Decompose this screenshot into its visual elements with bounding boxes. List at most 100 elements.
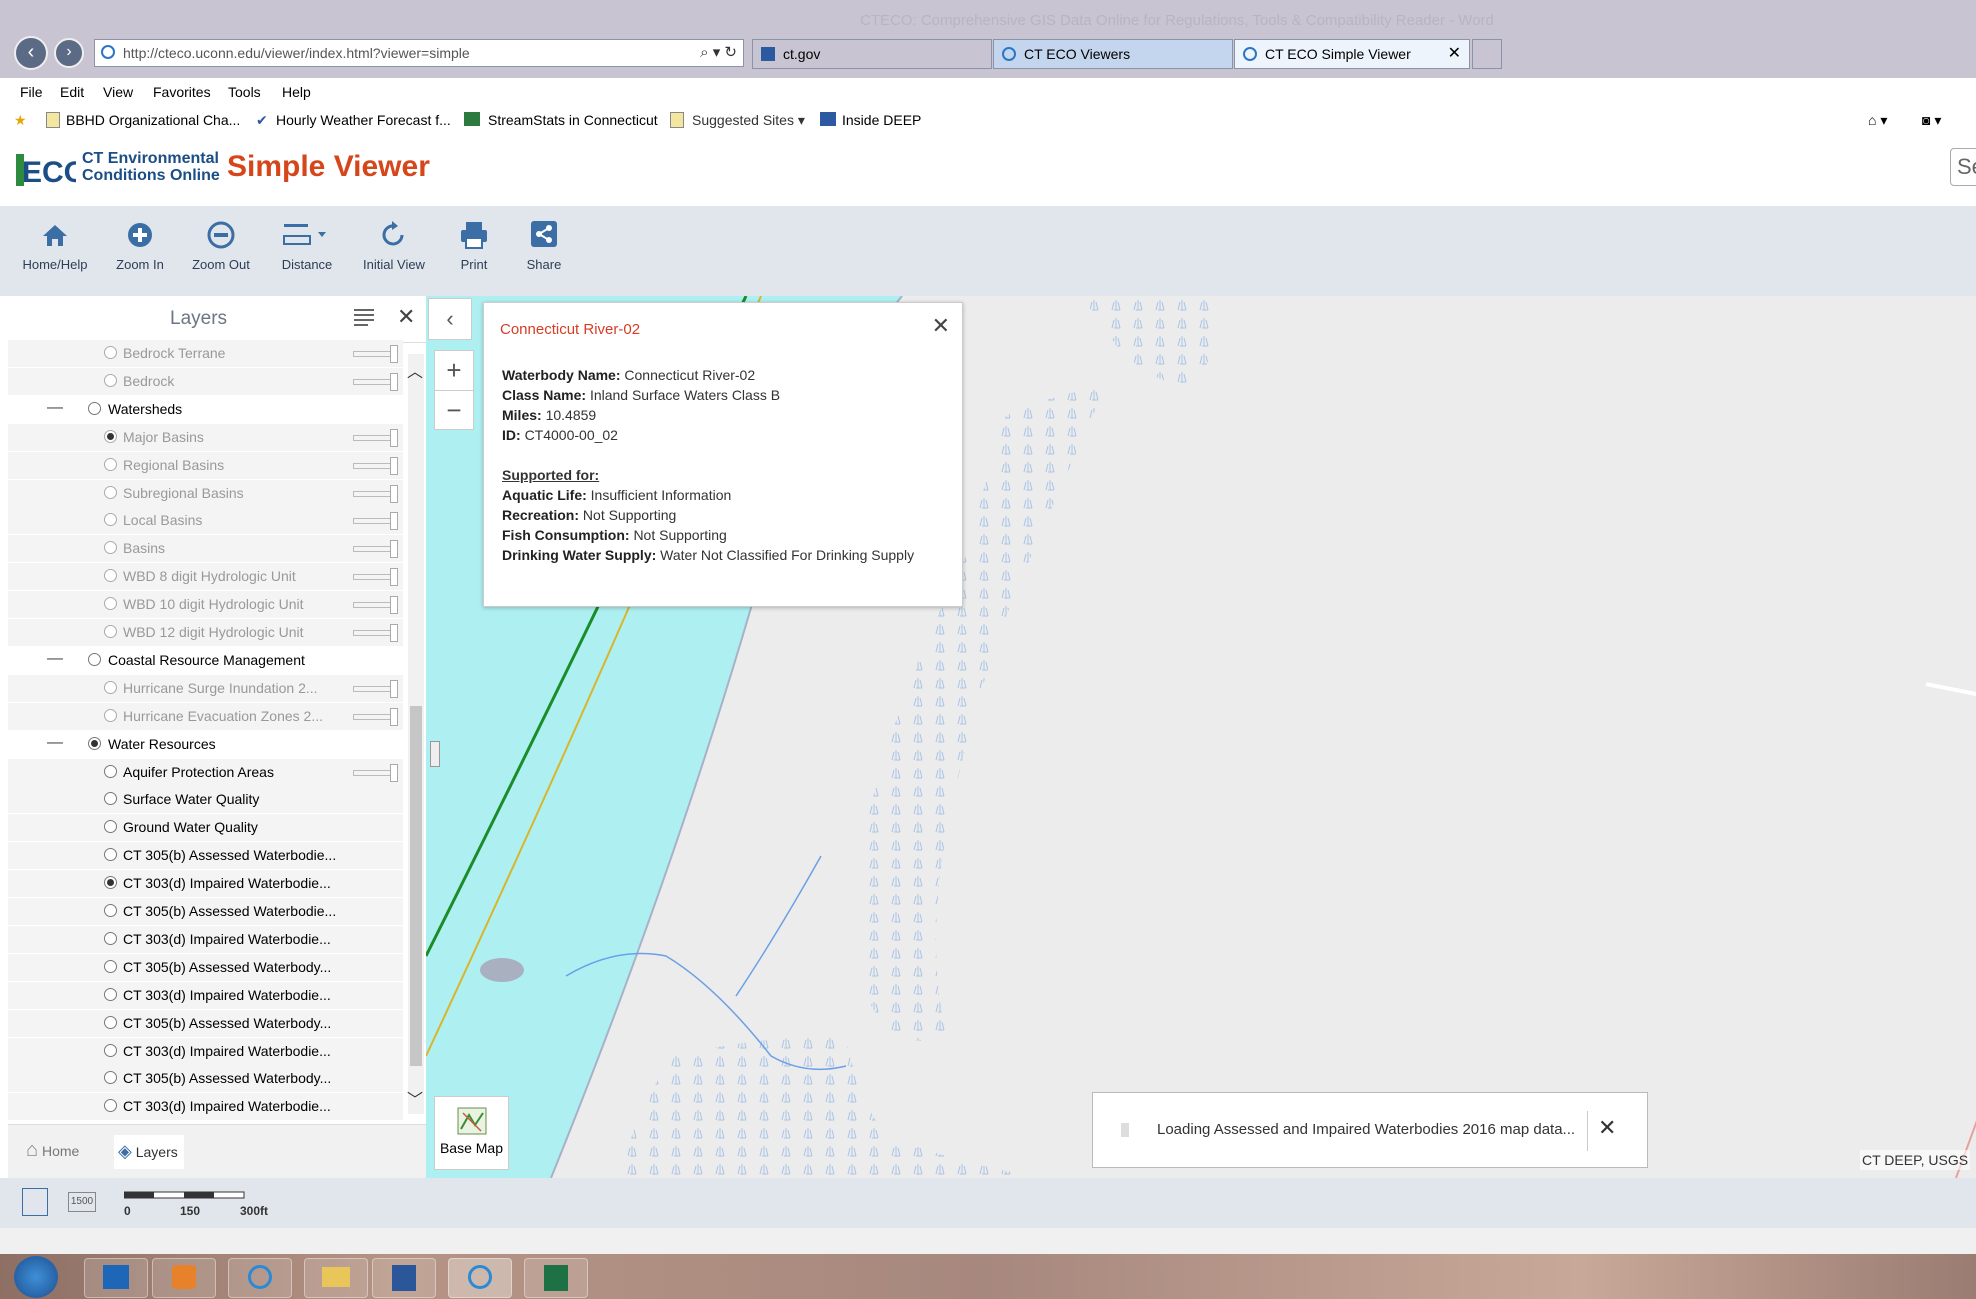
collapse-group-icon[interactable]: — [47,399,63,417]
start-button[interactable] [14,1256,58,1298]
layer-row[interactable]: CT 303(d) Impaired Waterbodie... [8,981,403,1009]
layer-row[interactable]: CT 305(b) Assessed Waterbody... [8,1009,403,1037]
home-tab[interactable]: ⌂ Home [26,1139,79,1162]
layer-row[interactable]: CT 303(d) Impaired Waterbodie... [8,1093,403,1121]
tab-ct-gov[interactable]: ct.gov [752,39,992,69]
layer-radio[interactable] [104,1099,117,1113]
layer-radio[interactable] [104,680,117,694]
layer-row[interactable]: WBD 10 digit Hydrologic Unit [8,591,403,619]
opacity-slider[interactable] [353,345,398,363]
layer-row[interactable]: Bedrock Terrane [8,340,403,367]
layer-radio[interactable] [104,1015,117,1029]
layer-row[interactable]: Subregional Basins [8,479,403,507]
word-taskbar-icon[interactable] [372,1258,436,1298]
opacity-slider[interactable] [353,428,398,447]
layer-radio[interactable] [104,820,117,834]
layer-radio[interactable] [104,792,117,806]
layer-radio[interactable] [104,625,117,638]
print-button[interactable]: Print [452,216,496,272]
layer-row[interactable]: CT 305(b) Assessed Waterbodie... [8,898,403,925]
layer-radio[interactable] [104,513,117,527]
layer-row[interactable]: Hurricane Surge Inundation 2... [8,674,403,702]
explorer-taskbar-icon[interactable] [304,1258,368,1298]
opacity-slider[interactable] [353,624,398,642]
layer-row[interactable]: — Water Resources [8,731,403,758]
share-button[interactable]: Share [522,216,566,272]
distance-button[interactable]: Distance [274,216,340,272]
layer-row[interactable]: CT 303(d) Impaired Waterbodie... [8,1037,403,1065]
fav-weather[interactable]: Hourly Weather Forecast f... [276,112,451,128]
home-page-icon[interactable]: ⌂ ▾ [1868,112,1887,129]
layer-radio[interactable] [104,959,117,973]
layer-radio[interactable] [104,931,117,945]
chevron-up-icon[interactable]: ︿ [407,358,423,382]
layer-row[interactable]: Hurricane Evacuation Zones 2... [8,702,403,730]
address-bar[interactable]: http://cteco.uconn.edu/viewer/index.html… [94,39,744,67]
menu-tools[interactable]: Tools [228,84,261,100]
layer-radio[interactable] [104,848,117,862]
layer-radio[interactable] [104,346,117,359]
base-map-button[interactable]: Base Map [434,1096,509,1170]
layer-radio[interactable] [88,401,101,415]
layer-row[interactable]: — Coastal Resource Management [8,647,403,674]
forward-button[interactable]: › [54,38,84,68]
layer-radio[interactable] [104,1071,117,1085]
layer-row[interactable]: Local Basins [8,507,403,535]
tab-ct-eco-viewers[interactable]: CT ECO Viewers [993,39,1233,69]
layer-radio[interactable] [104,904,117,917]
new-tab-button[interactable] [1472,39,1502,69]
layer-radio[interactable] [104,569,117,583]
fav-suggested-sites[interactable]: Suggested Sites ▾ [692,112,805,129]
layer-row[interactable]: Surface Water Quality [8,786,403,814]
ie-taskbar-icon[interactable] [228,1258,292,1298]
opacity-slider[interactable] [353,372,398,391]
fav-streamstats[interactable]: StreamStats in Connecticut [488,112,658,128]
close-icon[interactable]: ✕ [932,313,950,339]
layer-row[interactable]: Aquifer Protection Areas [8,758,403,786]
layer-row[interactable]: CT 303(d) Impaired Waterbodie... [8,870,403,898]
layer-radio[interactable] [104,1043,117,1057]
layer-row[interactable]: Ground Water Quality [8,814,403,842]
layer-radio[interactable] [104,429,117,443]
close-icon[interactable]: ✕ [1598,1115,1616,1141]
layer-radio[interactable] [104,373,117,387]
layer-row[interactable]: CT 305(b) Assessed Waterbody... [8,953,403,981]
layer-radio[interactable] [104,541,117,555]
chevron-down-icon[interactable]: ﹀ [407,1086,423,1110]
layer-radio[interactable] [88,736,101,750]
collapse-group-icon[interactable]: — [47,734,63,752]
feeds-icon[interactable]: ◙ ▾ [1922,112,1941,129]
outlook-taskbar-icon[interactable] [84,1258,148,1298]
opacity-slider[interactable] [353,512,398,531]
scrollbar-thumb[interactable] [410,706,422,1066]
zoom-out-map-button[interactable]: − [435,391,473,430]
layer-radio[interactable] [104,987,117,1001]
panel-resize-handle[interactable] [430,741,440,767]
menu-edit[interactable]: Edit [60,84,84,100]
layer-row[interactable]: CT 305(b) Assessed Waterbodie... [8,842,403,870]
close-tab-icon[interactable]: ✕ [1448,40,1461,68]
opacity-slider[interactable] [353,540,398,559]
tab-ct-eco-simple-viewer[interactable]: CT ECO Simple Viewer ✕ [1234,39,1470,69]
opacity-slider[interactable] [353,456,398,475]
layer-row[interactable]: CT 303(d) Impaired Waterbodie... [8,925,403,953]
back-button[interactable]: ‹ [14,36,48,70]
excel-taskbar-icon[interactable] [524,1258,588,1298]
search-refresh-icon[interactable]: ⌕ ▾ ↻ [700,40,737,66]
opacity-slider[interactable] [353,763,398,782]
layer-radio[interactable] [104,457,117,471]
fav-inside-deep[interactable]: Inside DEEP [842,112,921,128]
layer-radio[interactable] [104,708,117,722]
menu-file[interactable]: File [20,84,43,100]
menu-help[interactable]: Help [282,84,311,100]
home-help-button[interactable]: Home/Help [18,216,92,272]
layer-radio[interactable] [104,876,117,890]
zoom-out-button[interactable]: Zoom Out [186,216,256,272]
ie-taskbar-icon-active[interactable] [448,1258,512,1298]
layer-row[interactable]: Major Basins [8,423,403,451]
layer-row[interactable]: Basins [8,535,403,563]
menu-view[interactable]: View [103,84,133,100]
menu-favorites[interactable]: Favorites [153,84,211,100]
opacity-slider[interactable] [353,596,398,615]
layer-row[interactable]: CT 305(b) Assessed Waterbody... [8,1065,403,1093]
